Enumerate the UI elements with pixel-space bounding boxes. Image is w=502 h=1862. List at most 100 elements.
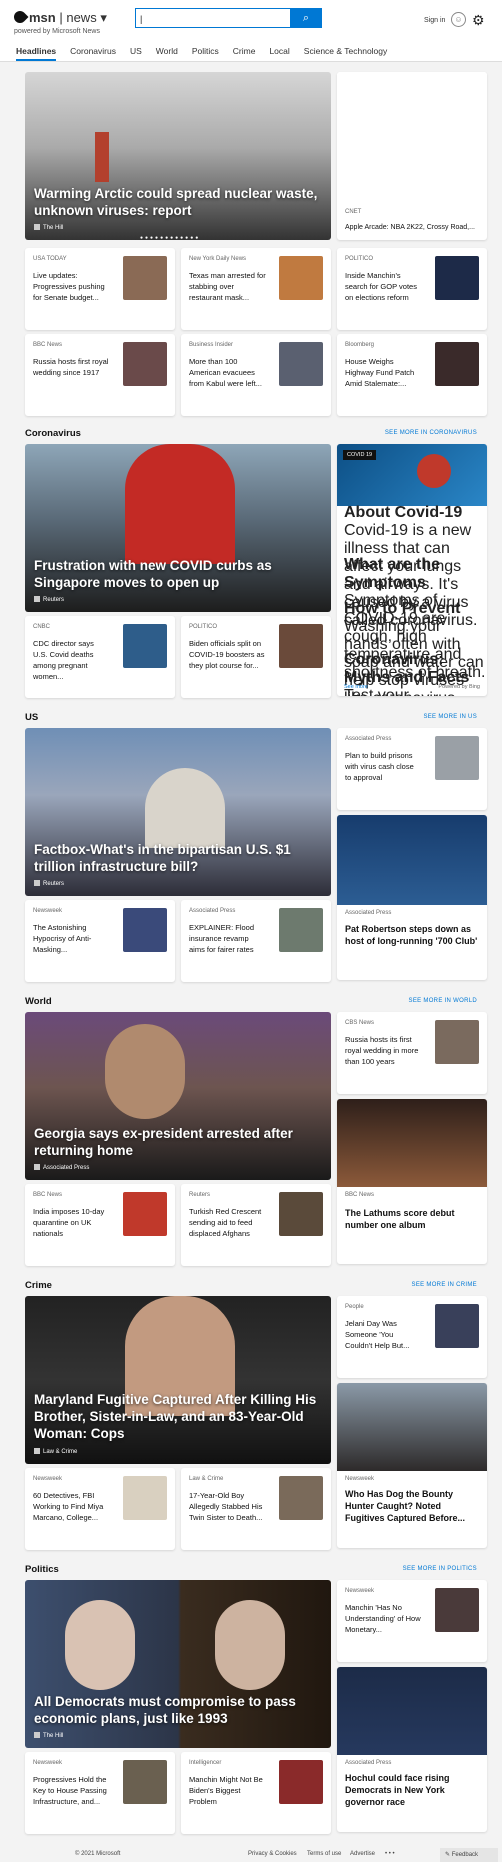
story-card[interactable]: Newsweek Progressives Hold the Key to Hou… xyxy=(25,1752,175,1834)
hero-source: The Hill xyxy=(34,224,63,231)
card-source: Newsweek xyxy=(33,1760,63,1766)
nav-headlines[interactable]: Headlines xyxy=(16,46,57,61)
hero-source: The Hill xyxy=(34,1732,63,1739)
side-source: CNET xyxy=(345,209,362,215)
card-source: POLITICO xyxy=(345,256,374,262)
story-card[interactable]: CNBC CDC director says U.S. Covid deaths … xyxy=(25,616,175,698)
terms-link[interactable]: Terms of use xyxy=(307,1851,341,1857)
see-more-coronavirus[interactable]: SEE MORE IN CORONAVIRUS xyxy=(385,430,477,436)
card-title: Manchin Might Not Be Biden's Biggest Pro… xyxy=(189,1775,263,1806)
card-thumbnail xyxy=(123,342,167,386)
hero-story[interactable]: Warming Arctic could spread nuclear wast… xyxy=(25,72,331,240)
card-title: Jelani Day Was Someone 'You Couldn't Hel… xyxy=(345,1319,410,1350)
hero-title: Warming Arctic could spread nuclear wast… xyxy=(34,186,318,218)
card-source: Reuters xyxy=(189,1192,211,1198)
world-side-card[interactable]: CBS News Russia hosts its first royal we… xyxy=(337,1012,487,1094)
side-card[interactable]: CNET Apple Arcade: NBA 2K22, Crossy Road… xyxy=(337,72,487,240)
corona-hero[interactable]: Frustration with new COVID curbs as Sing… xyxy=(25,444,331,612)
card-thumbnail xyxy=(435,736,479,780)
section-title-politics: Politics xyxy=(25,1564,59,1575)
world-side-card-2[interactable]: BBC News The Lathums score debut number … xyxy=(337,1099,487,1264)
story-card[interactable]: BBC News India imposes 10-day quarantine … xyxy=(25,1184,175,1266)
card-source: Bloomberg xyxy=(345,342,375,348)
story-card[interactable]: Reuters Turkish Red Crescent sending aid … xyxy=(181,1184,331,1266)
nav-science[interactable]: Science & Technology xyxy=(304,46,387,56)
card-image xyxy=(337,1383,487,1471)
section-title-crime: Crime xyxy=(25,1280,52,1291)
nav-politics[interactable]: Politics xyxy=(192,46,219,56)
story-card[interactable]: Business Insider More than 100 American e… xyxy=(181,334,331,416)
footer: © 2021 Microsoft Privacy & Cookies Terms… xyxy=(0,1848,502,1862)
card-source: BBC News xyxy=(345,1192,375,1198)
feedback-button[interactable]: ✎ Feedback xyxy=(440,1848,498,1862)
politics-side-card-2[interactable]: Associated Press Hochul could face risin… xyxy=(337,1667,487,1832)
card-title: Russia hosts its first royal wedding in … xyxy=(345,1035,419,1066)
crime-hero[interactable]: Maryland Fugitive Captured After Killing… xyxy=(25,1296,331,1464)
story-card[interactable]: POLITICO Inside Manchin's search for GOP … xyxy=(337,248,487,330)
top-nav: Headlines Coronavirus US World Politics Crime… xyxy=(16,46,401,61)
card-source: Newsweek xyxy=(33,1476,63,1482)
card-source: New York Daily News xyxy=(189,256,247,262)
side-image xyxy=(337,72,487,197)
card-source: BBC News xyxy=(33,342,63,348)
us-hero[interactable]: Factbox-What's in the bipartisan U.S. $1… xyxy=(25,728,331,896)
card-thumbnail xyxy=(279,1192,323,1236)
story-card[interactable]: Associated Press EXPLAINER: Flood insuran… xyxy=(181,900,331,982)
card-thumbnail xyxy=(123,1192,167,1236)
card-source: Associated Press xyxy=(345,1760,392,1766)
story-card[interactable]: New York Daily News Texas man arrested fo… xyxy=(181,248,331,330)
hero-image xyxy=(105,1024,185,1119)
person-icon[interactable]: ☺ xyxy=(451,12,466,27)
crime-side-card-2[interactable]: Newsweek Who Has Dog the Bounty Hunter C… xyxy=(337,1383,487,1548)
story-card[interactable]: BBC News Russia hosts first royal wedding… xyxy=(25,334,175,416)
virus-icon xyxy=(417,454,451,488)
story-card[interactable]: USA TODAY Live updates: Progressives push… xyxy=(25,248,175,330)
us-side-card[interactable]: Associated Press Plan to build prisons w… xyxy=(337,728,487,810)
story-card[interactable]: POLITICO Biden officials split on COVID-1… xyxy=(181,616,331,698)
nav-world[interactable]: World xyxy=(156,46,178,56)
card-source: CNBC xyxy=(33,624,51,630)
card-source: People xyxy=(345,1304,364,1310)
see-more-world[interactable]: SEE MORE IN WORLD xyxy=(409,998,477,1004)
story-card[interactable]: Bloomberg House Weighs Highway Fund Patch… xyxy=(337,334,487,416)
us-side-card-2[interactable]: Associated Press Pat Robertson steps dow… xyxy=(337,815,487,980)
search-button[interactable]: ⌕ xyxy=(290,8,322,28)
copyright: © 2021 Microsoft xyxy=(75,1851,121,1857)
card-thumbnail xyxy=(123,908,167,952)
covid-banner: COVID 19 xyxy=(337,444,487,506)
gear-icon[interactable]: ⚙ xyxy=(472,12,485,29)
see-more-politics[interactable]: SEE MORE IN POLITICS xyxy=(403,1566,477,1572)
signin-link[interactable]: Sign in xyxy=(424,17,445,24)
see-more-crime[interactable]: SEE MORE IN CRIME xyxy=(412,1282,477,1288)
nav-coronavirus[interactable]: Coronavirus xyxy=(70,46,116,56)
covid-info-card[interactable]: COVID 19 About Covid-19 Covid-19 is a new… xyxy=(337,444,487,696)
card-source: Intelligencer xyxy=(189,1760,222,1766)
story-card[interactable]: Newsweek 60 Detectives, FBI Working to Fi… xyxy=(25,1468,175,1550)
story-card[interactable]: Intelligencer Manchin Might Not Be Biden'… xyxy=(181,1752,331,1834)
story-card[interactable]: Newsweek The Astonishing Hypocrisy of Ant… xyxy=(25,900,175,982)
hero-title: All Democrats must compromise to pass ec… xyxy=(34,1694,296,1726)
carousel-dots[interactable]: ●●●●●●●●●●●● xyxy=(140,235,200,240)
more-icon[interactable]: • • • xyxy=(385,1851,395,1857)
card-source: Newsweek xyxy=(345,1476,375,1482)
world-hero[interactable]: Georgia says ex-president arrested after… xyxy=(25,1012,331,1180)
card-source: Newsweek xyxy=(33,908,63,914)
card-title: Texas man arrested for stabbing over res… xyxy=(189,271,266,302)
politics-hero[interactable]: All Democrats must compromise to pass ec… xyxy=(25,1580,331,1748)
politics-side-card[interactable]: Newsweek Manchin 'Has No Understanding' … xyxy=(337,1580,487,1662)
card-title: Manchin 'Has No Understanding' of How Mo… xyxy=(345,1603,421,1634)
brand-subtitle: powered by Microsoft News xyxy=(14,28,100,35)
card-thumbnail xyxy=(279,1476,323,1520)
nav-us[interactable]: US xyxy=(130,46,142,56)
card-thumbnail xyxy=(123,256,167,300)
story-card[interactable]: Law & Crime 17-Year-Old Boy Allegedly Sta… xyxy=(181,1468,331,1550)
nav-local[interactable]: Local xyxy=(269,46,289,56)
msn-logo[interactable]: msn | news ▾ powered by Microsoft News xyxy=(11,8,107,35)
see-more-us[interactable]: SEE MORE IN US xyxy=(423,714,477,720)
privacy-link[interactable]: Privacy & Cookies xyxy=(248,1851,297,1857)
crime-side-card[interactable]: People Jelani Day Was Someone 'You Could… xyxy=(337,1296,487,1378)
covid-see-more[interactable]: See more xyxy=(344,684,368,690)
nav-crime[interactable]: Crime xyxy=(233,46,256,56)
advertise-link[interactable]: Advertise xyxy=(350,1851,375,1857)
card-thumbnail xyxy=(279,1760,323,1804)
